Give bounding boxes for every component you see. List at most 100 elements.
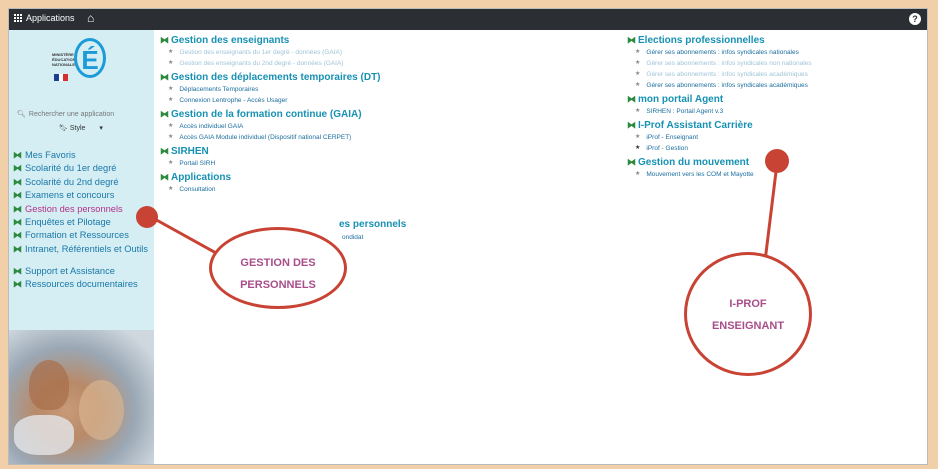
sidebar-item[interactable]: ⧓ Intranet, Référentiels et Outils (13, 243, 153, 265)
app-frame: Applications ⌂ ? MINISTÈRE ÉDUCATION NAT… (8, 8, 928, 465)
sidebar-item[interactable]: ⧓ Scolarité du 2nd degré (13, 176, 153, 189)
app-link-label: iProf - Enseignant (646, 134, 699, 141)
app-link[interactable]: ★ Accès GAIA Module individuel (Dispositi… (160, 132, 440, 143)
star-icon[interactable]: ★ (635, 106, 640, 117)
callout-right-line1: I-PROF (729, 298, 767, 310)
sidebar-item-label: Enquêtes et Pilotage (25, 216, 111, 227)
app-link[interactable]: ★ Déplacements Temporaires (160, 84, 440, 95)
section-title: ⧓ Gestion de la formation continue (GAIA) (160, 108, 440, 121)
sidebar-item[interactable]: ⧓ Support et Assistance (13, 265, 153, 278)
star-icon[interactable]: ★ (635, 132, 640, 143)
app-link[interactable]: ★ Gestion des enseignants du 1er degré - … (160, 47, 440, 58)
star-icon[interactable]: ★ (635, 143, 640, 154)
section-title: ⧓ Applications (160, 171, 440, 184)
folder-icon: ⧓ (160, 172, 169, 182)
folder-icon: ⧓ (627, 94, 636, 104)
callout-gestion-des-personnels: GESTION DES PERSONNELS (209, 227, 347, 309)
sidebar-item[interactable]: ⧓ Ressources documentaires (13, 278, 153, 291)
folder-icon: ⧓ (160, 35, 169, 45)
sidebar-item[interactable]: ⧓ Examens et concours (13, 189, 153, 202)
applications-menu[interactable]: Applications (14, 13, 75, 23)
app-link[interactable]: ★ Consultation (160, 184, 440, 195)
app-link[interactable]: ★ Gestion des enseignants du 2nd degré - … (160, 58, 440, 69)
app-link[interactable]: ★ Gérer ses abonnements : infos syndicale… (627, 80, 917, 91)
home-icon[interactable]: ⌂ (87, 11, 94, 25)
star-icon[interactable]: ★ (168, 121, 173, 132)
sidebar-item-label: Examens et concours (25, 190, 115, 201)
app-link[interactable]: ★ Accès individuel GAIA (160, 121, 440, 132)
callout-left-line2: PERSONNELS (240, 279, 316, 291)
section-title-label: Gestion des enseignants (171, 35, 290, 46)
sidebar-item[interactable]: ⧓ Enquêtes et Pilotage (13, 216, 153, 229)
search-icon: 🔍︎ (17, 111, 26, 118)
sidebar-item-label: Ressources documentaires (25, 279, 138, 290)
app-link-label: Gestion des enseignants du 2nd degré - d… (179, 60, 344, 67)
star-icon[interactable]: ★ (168, 184, 173, 195)
folder-icon: ⧓ (13, 163, 22, 174)
app-link-label: Portail SIRH (179, 160, 216, 167)
sidebar-item[interactable]: ⧓ Mes Favoris (13, 149, 153, 162)
star-icon[interactable]: ★ (635, 69, 640, 80)
sidebar-item-label: Scolarité du 1er degré (25, 163, 117, 174)
star-icon[interactable]: ★ (168, 158, 173, 169)
style-selector[interactable]: 🔖︎ Style ▾ (59, 124, 103, 132)
app-link[interactable]: ★ Gérer ses abonnements : infos syndicale… (627, 47, 917, 58)
folder-icon: ⧓ (13, 216, 22, 227)
sidebar-item-label: Gestion des personnels (25, 203, 123, 214)
help-icon[interactable]: ? (909, 13, 921, 25)
folder-icon: ⧓ (160, 72, 169, 82)
section-title-label: SIRHEN (171, 146, 209, 157)
app-link-label: Mouvement vers les COM et Mayotte (646, 171, 754, 178)
section-title: ⧓ Elections professionnelles (627, 34, 917, 47)
folder-icon: ⧓ (13, 150, 22, 160)
app-link[interactable]: ★ Gérer ses abonnements : infos syndicale… (627, 58, 917, 69)
app-link-label: SIRHEN : Portail Agent v.3 (646, 108, 724, 115)
section-title-label: I-Prof Assistant Carrière (638, 120, 753, 131)
app-link[interactable]: ★ iProf - Enseignant (627, 132, 917, 143)
app-section: ⧓ mon portail Agent ★ SIRHEN : Portail Agen… (627, 93, 917, 117)
folder-icon: ⧓ (627, 120, 636, 130)
app-section: ⧓ SIRHEN ★ Portail SIRH (160, 145, 440, 169)
search-input[interactable]: 🔍︎ Rechercher une application (17, 108, 147, 120)
folder-icon: ⧓ (13, 243, 22, 254)
app-section: ⧓ Gestion des enseignants ★ Gestion des ens… (160, 34, 440, 69)
sidebar-item-label: Intranet, Référentiels et Outils (25, 243, 148, 254)
applications-label: Applications (26, 13, 75, 23)
star-icon[interactable]: ★ (635, 169, 640, 180)
folder-icon: ⧓ (13, 190, 22, 201)
star-icon[interactable]: ★ (168, 132, 173, 143)
top-bar: Applications ⌂ ? (9, 9, 927, 30)
app-link[interactable]: ★ Gérer ses abonnements : infos syndicale… (627, 69, 917, 80)
folder-icon: ⧓ (160, 109, 169, 119)
folder-icon: ⧓ (13, 203, 22, 214)
sidebar-item[interactable]: ⧓ Gestion des personnels (13, 203, 153, 216)
chevron-down-icon: ▾ (99, 125, 103, 132)
callout-iprof-enseignant: I-PROF ENSEIGNANT (684, 252, 812, 376)
app-link-label: Accès individuel GAIA (179, 123, 244, 130)
star-icon[interactable]: ★ (168, 58, 173, 69)
sidebar-item[interactable]: ⧓ Scolarité du 1er degré (13, 162, 153, 175)
app-link-label: Gérer ses abonnements : infos syndicales… (646, 49, 799, 56)
sidebar-item[interactable]: ⧓ Formation et Ressources (13, 229, 153, 242)
section-title-label: mon portail Agent (638, 94, 724, 105)
app-link-label: Gérer ses abonnements : infos syndicales… (646, 82, 808, 89)
star-icon[interactable]: ★ (635, 80, 640, 91)
app-section: ⧓ Gestion de la formation continue (GAIA)… (160, 108, 440, 143)
sidebar-item-label: Scolarité du 2nd degré (25, 176, 119, 187)
style-label: 🔖︎ Style (59, 125, 86, 132)
section-title: ⧓ Gestion des déplacements temporaires (D… (160, 71, 440, 84)
star-icon[interactable]: ★ (168, 47, 173, 58)
folder-icon: ⧓ (627, 157, 636, 167)
section-title-label: Gestion des déplacements temporaires (DT… (171, 72, 381, 83)
app-link[interactable]: ★ Portail SIRH (160, 158, 440, 169)
star-icon[interactable]: ★ (168, 84, 173, 95)
app-link[interactable]: ★ Connexion Lentrophe - Accès Usager (160, 95, 440, 106)
app-link-label: Gestion des enseignants du 1er degré - d… (179, 49, 342, 56)
star-icon[interactable]: ★ (168, 95, 173, 106)
section-title-label: Gestion de la formation continue (GAIA) (171, 109, 362, 120)
app-section: ⧓ Applications ★ Consultation (160, 171, 440, 195)
search-placeholder: Rechercher une application (28, 110, 115, 118)
app-link[interactable]: ★ SIRHEN : Portail Agent v.3 (627, 106, 917, 117)
star-icon[interactable]: ★ (635, 58, 640, 69)
star-icon[interactable]: ★ (635, 47, 640, 58)
